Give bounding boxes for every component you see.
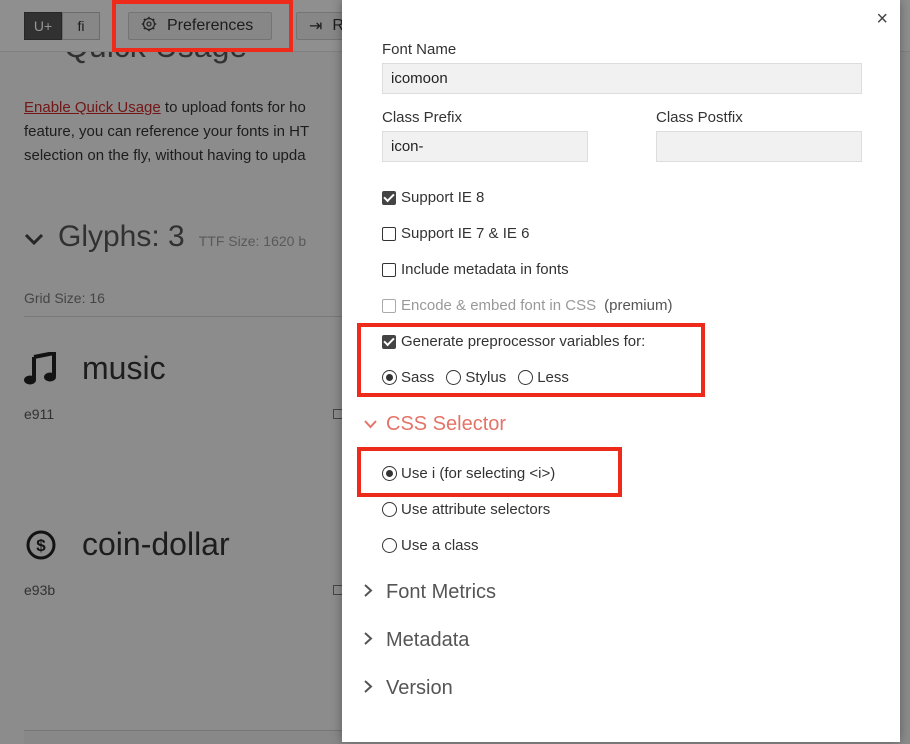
radio-empty-icon [518, 370, 534, 385]
include-metadata-checkbox[interactable]: Include metadata in fonts [382, 261, 569, 278]
radio-label: Use attribute selectors [401, 501, 551, 518]
section-title: Metadata [386, 629, 470, 651]
preprocessor-radio-group: Sass Stylus Less [382, 369, 569, 386]
checkbox-empty-icon [382, 262, 396, 277]
option-label: Support IE 8 [401, 189, 485, 206]
checkbox-empty-icon [382, 298, 396, 313]
checkbox-empty-icon [382, 226, 396, 241]
radio-label: Sass [401, 369, 435, 386]
radio-empty-icon [382, 538, 397, 553]
radio-stylus[interactable]: Stylus [446, 369, 506, 386]
encode-embed-checkbox[interactable]: Encode & embed font in CSS (premium) [382, 297, 672, 314]
class-prefix-input[interactable]: icon- [382, 131, 588, 162]
radio-selected-icon [382, 370, 397, 385]
use-attribute-selectors-radio[interactable]: Use attribute selectors [382, 501, 550, 518]
checkbox-checked-icon [382, 190, 396, 205]
radio-less[interactable]: Less [518, 369, 569, 386]
section-title: Version [386, 677, 453, 699]
font-name-input[interactable]: icomoon [382, 63, 862, 94]
class-prefix-label: Class Prefix [382, 109, 463, 126]
section-title: CSS Selector [386, 413, 507, 435]
option-label: Support IE 7 & IE 6 [401, 225, 530, 242]
radio-label: Use i (for selecting <i>) [401, 465, 556, 482]
css-selector-section-header[interactable]: CSS Selector [364, 413, 506, 436]
metadata-section-header[interactable]: Metadata [364, 629, 469, 652]
class-postfix-input[interactable] [656, 131, 862, 162]
radio-sass[interactable]: Sass [382, 369, 434, 386]
premium-note: (premium) [604, 297, 673, 314]
chevron-down-icon [364, 416, 377, 434]
font-metrics-section-header[interactable]: Font Metrics [364, 581, 496, 604]
chevron-right-icon [364, 631, 376, 650]
option-label: Include metadata in fonts [401, 261, 569, 278]
radio-label: Use a class [401, 537, 479, 554]
preferences-modal: × Font Name icomoon Class Prefix icon- C… [342, 0, 900, 742]
checkbox-checked-icon [382, 334, 396, 349]
option-label: Encode & embed font in CSS [401, 297, 597, 314]
chevron-right-icon [364, 679, 376, 698]
use-a-class-radio[interactable]: Use a class [382, 537, 479, 554]
support-ie7-ie6-checkbox[interactable]: Support IE 7 & IE 6 [382, 225, 529, 242]
generate-preprocessor-checkbox[interactable]: Generate preprocessor variables for: [382, 333, 645, 350]
font-name-label: Font Name [382, 41, 457, 58]
chevron-right-icon [364, 583, 376, 602]
support-ie8-checkbox[interactable]: Support IE 8 [382, 189, 484, 206]
option-label: Generate preprocessor variables for: [401, 333, 646, 350]
radio-label: Less [537, 369, 569, 386]
close-icon[interactable]: × [876, 8, 888, 31]
class-postfix-label: Class Postfix [656, 109, 743, 126]
section-title: Font Metrics [386, 581, 497, 603]
radio-empty-icon [382, 502, 397, 517]
radio-selected-icon [382, 466, 397, 481]
use-i-radio[interactable]: Use i (for selecting <i>) [382, 465, 555, 482]
radio-label: Stylus [465, 369, 507, 386]
radio-empty-icon [446, 370, 462, 385]
version-section-header[interactable]: Version [364, 677, 453, 700]
